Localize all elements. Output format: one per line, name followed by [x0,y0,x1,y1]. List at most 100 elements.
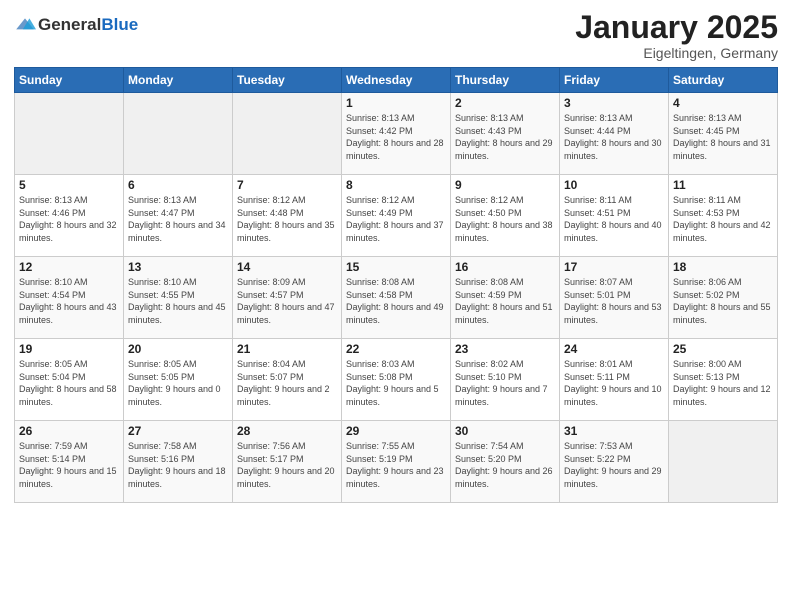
day-number: 26 [19,424,119,438]
day-number: 17 [564,260,664,274]
day-info: Sunrise: 8:04 AM Sunset: 5:07 PM Dayligh… [237,358,337,408]
day-info: Sunrise: 8:08 AM Sunset: 4:58 PM Dayligh… [346,276,446,326]
day-number: 16 [455,260,555,274]
day-info: Sunrise: 8:10 AM Sunset: 4:54 PM Dayligh… [19,276,119,326]
day-number: 9 [455,178,555,192]
day-number: 21 [237,342,337,356]
day-number: 27 [128,424,228,438]
calendar-cell: 18Sunrise: 8:06 AM Sunset: 5:02 PM Dayli… [669,257,778,339]
main-title: January 2025 [575,10,778,45]
day-of-week-header: Wednesday [342,68,451,93]
day-number: 2 [455,96,555,110]
day-info: Sunrise: 8:00 AM Sunset: 5:13 PM Dayligh… [673,358,773,408]
day-number: 6 [128,178,228,192]
day-info: Sunrise: 8:11 AM Sunset: 4:51 PM Dayligh… [564,194,664,244]
day-info: Sunrise: 7:54 AM Sunset: 5:20 PM Dayligh… [455,440,555,490]
day-info: Sunrise: 8:08 AM Sunset: 4:59 PM Dayligh… [455,276,555,326]
calendar-table: SundayMondayTuesdayWednesdayThursdayFrid… [14,67,778,503]
calendar-week-row: 26 Sunrise: 7:59 AM Sunset: 5:14 PM Dayli… [15,421,778,503]
day-number: 5 [19,178,119,192]
calendar-cell: 12 Sunrise: 8:10 AM Sunset: 4:54 PM Dayli… [15,257,124,339]
calendar-cell: 10 Sunrise: 8:11 AM Sunset: 4:51 PM Dayli… [560,175,669,257]
calendar-cell: 27Sunrise: 7:58 AM Sunset: 5:16 PM Dayli… [124,421,233,503]
day-info: Sunrise: 8:09 AM Sunset: 4:57 PM Dayligh… [237,276,337,326]
calendar-cell: 2 Sunrise: 8:13 AM Sunset: 4:43 PM Daylig… [451,93,560,175]
subtitle: Eigeltingen, Germany [575,45,778,61]
day-info: Sunrise: 8:13 AM Sunset: 4:45 PM Dayligh… [673,112,773,162]
calendar-cell: 15 Sunrise: 8:08 AM Sunset: 4:58 PM Dayli… [342,257,451,339]
day-info: Sunrise: 7:59 AM Sunset: 5:14 PM Dayligh… [19,440,119,490]
calendar-cell: 8 Sunrise: 8:12 AM Sunset: 4:49 PM Daylig… [342,175,451,257]
calendar-cell: 19 Sunrise: 8:05 AM Sunset: 5:04 PM Dayli… [15,339,124,421]
day-number: 30 [455,424,555,438]
header: GeneralBlue January 2025 Eigeltingen, Ge… [14,10,778,61]
calendar-cell: 20Sunrise: 8:05 AM Sunset: 5:05 PM Dayli… [124,339,233,421]
day-of-week-header: Thursday [451,68,560,93]
day-number: 8 [346,178,446,192]
day-info: Sunrise: 8:03 AM Sunset: 5:08 PM Dayligh… [346,358,446,408]
day-number: 3 [564,96,664,110]
day-number: 12 [19,260,119,274]
calendar-week-row: 5 Sunrise: 8:13 AM Sunset: 4:46 PM Daylig… [15,175,778,257]
day-number: 23 [455,342,555,356]
day-info: Sunrise: 8:13 AM Sunset: 4:43 PM Dayligh… [455,112,555,162]
calendar-cell: 23 Sunrise: 8:02 AM Sunset: 5:10 PM Dayli… [451,339,560,421]
calendar-cell: 24Sunrise: 8:01 AM Sunset: 5:11 PM Dayli… [560,339,669,421]
day-number: 24 [564,342,664,356]
calendar-body: 1 Sunrise: 8:13 AM Sunset: 4:42 PM Daylig… [15,93,778,503]
title-block: January 2025 Eigeltingen, Germany [575,10,778,61]
calendar-cell: 28Sunrise: 7:56 AM Sunset: 5:17 PM Dayli… [233,421,342,503]
calendar-cell: 3 Sunrise: 8:13 AM Sunset: 4:44 PM Daylig… [560,93,669,175]
day-info: Sunrise: 8:07 AM Sunset: 5:01 PM Dayligh… [564,276,664,326]
calendar-week-row: 12 Sunrise: 8:10 AM Sunset: 4:54 PM Dayli… [15,257,778,339]
day-info: Sunrise: 8:13 AM Sunset: 4:44 PM Dayligh… [564,112,664,162]
day-number: 15 [346,260,446,274]
header-row: SundayMondayTuesdayWednesdayThursdayFrid… [15,68,778,93]
day-info: Sunrise: 8:02 AM Sunset: 5:10 PM Dayligh… [455,358,555,408]
calendar-cell: 17 Sunrise: 8:07 AM Sunset: 5:01 PM Dayli… [560,257,669,339]
calendar-cell [233,93,342,175]
day-of-week-header: Sunday [15,68,124,93]
day-of-week-header: Friday [560,68,669,93]
calendar-cell: 4 Sunrise: 8:13 AM Sunset: 4:45 PM Daylig… [669,93,778,175]
day-info: Sunrise: 8:10 AM Sunset: 4:55 PM Dayligh… [128,276,228,326]
calendar-cell [124,93,233,175]
calendar-cell: 30 Sunrise: 7:54 AM Sunset: 5:20 PM Dayli… [451,421,560,503]
calendar-cell: 21 Sunrise: 8:04 AM Sunset: 5:07 PM Dayli… [233,339,342,421]
day-number: 1 [346,96,446,110]
calendar-cell: 29Sunrise: 7:55 AM Sunset: 5:19 PM Dayli… [342,421,451,503]
day-info: Sunrise: 8:12 AM Sunset: 4:50 PM Dayligh… [455,194,555,244]
day-number: 11 [673,178,773,192]
day-number: 7 [237,178,337,192]
logo-text: GeneralBlue [38,15,138,35]
day-of-week-header: Tuesday [233,68,342,93]
calendar-cell: 9 Sunrise: 8:12 AM Sunset: 4:50 PM Daylig… [451,175,560,257]
day-number: 28 [237,424,337,438]
day-number: 20 [128,342,228,356]
day-info: Sunrise: 7:53 AM Sunset: 5:22 PM Dayligh… [564,440,664,490]
logo-icon [14,14,36,36]
calendar-header: SundayMondayTuesdayWednesdayThursdayFrid… [15,68,778,93]
calendar-cell [15,93,124,175]
calendar-cell: 13Sunrise: 8:10 AM Sunset: 4:55 PM Dayli… [124,257,233,339]
day-number: 4 [673,96,773,110]
day-info: Sunrise: 8:13 AM Sunset: 4:47 PM Dayligh… [128,194,228,244]
logo: GeneralBlue [14,14,138,36]
calendar-cell: 5 Sunrise: 8:13 AM Sunset: 4:46 PM Daylig… [15,175,124,257]
calendar-cell: 1 Sunrise: 8:13 AM Sunset: 4:42 PM Daylig… [342,93,451,175]
calendar-cell: 31Sunrise: 7:53 AM Sunset: 5:22 PM Dayli… [560,421,669,503]
day-number: 19 [19,342,119,356]
day-info: Sunrise: 8:13 AM Sunset: 4:42 PM Dayligh… [346,112,446,162]
day-number: 25 [673,342,773,356]
day-info: Sunrise: 8:13 AM Sunset: 4:46 PM Dayligh… [19,194,119,244]
day-info: Sunrise: 8:12 AM Sunset: 4:49 PM Dayligh… [346,194,446,244]
day-number: 22 [346,342,446,356]
day-number: 10 [564,178,664,192]
day-info: Sunrise: 8:12 AM Sunset: 4:48 PM Dayligh… [237,194,337,244]
calendar-cell: 14Sunrise: 8:09 AM Sunset: 4:57 PM Dayli… [233,257,342,339]
day-info: Sunrise: 8:05 AM Sunset: 5:04 PM Dayligh… [19,358,119,408]
day-info: Sunrise: 7:55 AM Sunset: 5:19 PM Dayligh… [346,440,446,490]
calendar-week-row: 19 Sunrise: 8:05 AM Sunset: 5:04 PM Dayli… [15,339,778,421]
calendar-cell: 22 Sunrise: 8:03 AM Sunset: 5:08 PM Dayli… [342,339,451,421]
day-of-week-header: Monday [124,68,233,93]
